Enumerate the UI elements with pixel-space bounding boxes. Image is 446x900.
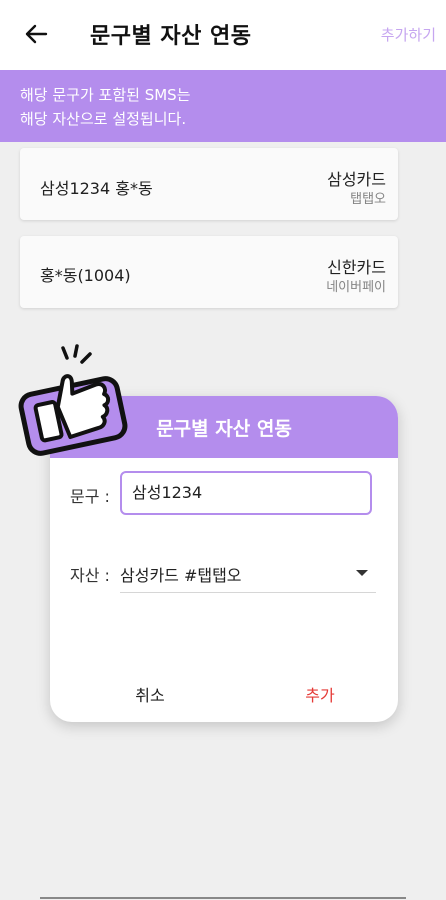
banner-line-2: 해당 자산으로 설정됩니다.: [20, 110, 187, 128]
keyword-label: 문구 :: [70, 487, 110, 506]
home-indicator: [40, 897, 406, 899]
keyword-input[interactable]: 삼성1234: [120, 471, 372, 515]
add-button[interactable]: 추가하기: [381, 24, 436, 45]
page-title: 문구별 자산 연동: [90, 24, 252, 49]
info-banner: 해당 문구가 포함된 SMS는 해당 자산으로 설정됩니다.: [0, 70, 446, 142]
back-arrow-icon[interactable]: [20, 18, 52, 50]
asset-select-value: 삼성카드 #탭탭오: [120, 566, 242, 585]
confirm-add-button[interactable]: 추가: [280, 682, 360, 706]
banner-line-1: 해당 문구가 포함된 SMS는: [20, 86, 191, 104]
thumbs-up-icon: [18, 344, 128, 456]
asset-label: 자산 :: [70, 566, 110, 585]
cancel-button[interactable]: 취소: [110, 682, 190, 706]
dropdown-arrow-icon: [356, 570, 368, 576]
asset-select-underline: [120, 592, 376, 593]
app-bar: 문구별 자산 연동 추가하기: [0, 0, 446, 70]
